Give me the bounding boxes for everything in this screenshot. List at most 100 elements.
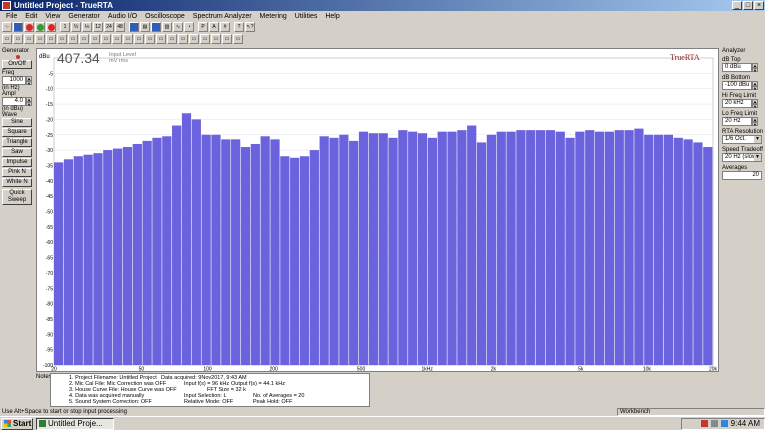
view-bars-icon[interactable] — [129, 22, 139, 32]
preset-19-icon[interactable]: ▭ — [200, 34, 210, 44]
preset-15-icon[interactable]: ▭ — [156, 34, 166, 44]
wave-saw-button[interactable]: Saw — [2, 148, 32, 157]
ampl-down-icon[interactable]: ▼ — [26, 101, 32, 106]
help-icon[interactable]: ? — [234, 22, 244, 32]
sine-wave-icon[interactable]: ∿ — [2, 22, 12, 32]
db-top-down-icon[interactable]: ▼ — [752, 67, 758, 72]
db-bottom-input[interactable]: -100 dBu — [722, 81, 752, 90]
menu-audio-io[interactable]: Audio I/O — [104, 13, 141, 20]
menu-help[interactable]: Help — [321, 13, 343, 20]
x-tick-label: 500 — [357, 367, 366, 372]
spectrum-bar — [398, 130, 408, 365]
view-scope-icon[interactable]: ∿ — [173, 22, 183, 32]
preset-9-icon[interactable]: ▭ — [90, 34, 100, 44]
start-button[interactable]: Start — [1, 417, 33, 430]
minimize-button[interactable]: _ — [732, 1, 742, 10]
preset-13-icon[interactable]: ▭ — [134, 34, 144, 44]
preset-14-icon[interactable]: ▭ — [145, 34, 155, 44]
twelfth-octave-icon[interactable]: 12 — [93, 22, 103, 32]
preset-18-icon[interactable]: ▭ — [189, 34, 199, 44]
third-octave-icon[interactable]: ⅓ — [71, 22, 81, 32]
menu-file[interactable]: File — [2, 13, 21, 20]
quick-sweep-button[interactable]: Quick Sweep — [2, 189, 32, 205]
spectrum-bar — [653, 134, 664, 365]
context-help-icon[interactable]: ↖? — [245, 22, 255, 32]
record-icon[interactable] — [46, 22, 56, 32]
peak-icon[interactable]: P — [198, 22, 208, 32]
menu-oscilloscope[interactable]: Oscilloscope — [141, 13, 189, 20]
stop-icon[interactable] — [24, 22, 34, 32]
lo-freq-down-icon[interactable]: ▼ — [752, 121, 758, 126]
menu-metering[interactable]: Metering — [256, 13, 291, 20]
preset-3-icon[interactable]: ▭ — [24, 34, 34, 44]
lo-freq-input[interactable]: 20 Hz — [722, 117, 752, 126]
sixth-octave-icon[interactable]: ⅙ — [82, 22, 92, 32]
hi-freq-input[interactable]: 20 kHz — [722, 99, 752, 108]
preset-16-icon[interactable]: ▭ — [167, 34, 177, 44]
preset-4-icon[interactable]: ▭ — [35, 34, 45, 44]
preset-1-icon[interactable]: ▭ — [2, 34, 12, 44]
averages-input[interactable]: 20 — [722, 171, 762, 180]
view-meter-icon[interactable]: ◔ — [184, 22, 194, 32]
preset-6-icon[interactable]: ▭ — [57, 34, 67, 44]
tray-shield-icon[interactable] — [700, 420, 708, 427]
average-icon[interactable]: A — [209, 22, 219, 32]
preset-20-icon[interactable]: ▭ — [211, 34, 221, 44]
menu-view[interactable]: View — [41, 13, 64, 20]
menu-edit[interactable]: Edit — [21, 13, 41, 20]
view-history-icon[interactable]: ▥ — [162, 22, 172, 32]
spectrum-bar — [103, 150, 113, 365]
generator-on-off-button[interactable]: On/Off — [2, 60, 32, 69]
db-bottom-down-icon[interactable]: ▼ — [752, 85, 758, 90]
note-peak-hold: Peak Hold: OFF — [253, 399, 293, 405]
go-icon[interactable] — [35, 22, 45, 32]
spectrum-bar — [113, 148, 123, 365]
spectrum-bar — [122, 147, 133, 365]
preset-8-icon[interactable]: ▭ — [79, 34, 89, 44]
preset-21-icon[interactable]: ▭ — [222, 34, 232, 44]
taskbar-item-truerta[interactable]: Untitled Proje... — [36, 417, 114, 430]
twentyfourth-octave-icon[interactable]: 24 — [104, 22, 114, 32]
preset-11-icon[interactable]: ▭ — [112, 34, 122, 44]
menu-spectrum-analyzer[interactable]: Spectrum Analyzer — [189, 13, 256, 20]
wave-pink-noise-button[interactable]: Pink N — [2, 168, 32, 177]
y-tick-label: -80 — [46, 302, 53, 308]
db-top-input[interactable]: 0 dBu — [722, 63, 752, 72]
preset-10-icon[interactable]: ▭ — [101, 34, 111, 44]
x-tick-label: 50 — [139, 367, 145, 372]
grid-icon[interactable]: # — [220, 22, 230, 32]
preset-2-icon[interactable]: ▭ — [13, 34, 23, 44]
preset-5-icon[interactable]: ▭ — [46, 34, 56, 44]
wave-sine-button[interactable]: Sine — [2, 118, 32, 127]
rta-resolution-select[interactable]: 1/6 Oct. ▼ — [722, 135, 762, 144]
maximize-button[interactable]: □ — [743, 1, 753, 10]
menu-generator[interactable]: Generator — [64, 13, 104, 20]
ampl-input[interactable]: 4.0 — [2, 97, 26, 106]
spectrum-bar — [467, 125, 477, 365]
menu-utilities[interactable]: Utilities — [291, 13, 322, 20]
spectrum-bar — [299, 156, 310, 365]
hi-freq-down-icon[interactable]: ▼ — [752, 103, 758, 108]
preset-17-icon[interactable]: ▭ — [178, 34, 188, 44]
tray-volume-icon[interactable] — [720, 420, 728, 427]
preset-22-icon[interactable]: ▭ — [233, 34, 243, 44]
wave-impulse-button[interactable]: Impulse — [2, 158, 32, 167]
view-spectrum-icon[interactable] — [151, 22, 161, 32]
preset-12-icon[interactable]: ▭ — [123, 34, 133, 44]
preset-7-icon[interactable]: ▭ — [68, 34, 78, 44]
fortyeighth-octave-icon[interactable]: 48 — [115, 22, 125, 32]
freq-down-icon[interactable]: ▼ — [26, 80, 32, 85]
one-octave-icon[interactable]: 1 — [60, 22, 70, 32]
view-lines-icon[interactable]: ▤ — [140, 22, 150, 32]
rta-icon[interactable] — [13, 22, 23, 32]
wave-triangle-button[interactable]: Triangle — [2, 138, 32, 147]
speed-tradeoff-select[interactable]: 20 Hz (slow) ▼ — [722, 153, 762, 162]
spectrum-bar — [447, 131, 457, 365]
wave-square-button[interactable]: Square — [2, 128, 32, 137]
freq-input[interactable]: 1000 — [2, 76, 26, 85]
tray-network-icon[interactable] — [710, 420, 718, 427]
close-button[interactable]: × — [754, 1, 764, 10]
spectrum-bar — [152, 137, 162, 365]
spectrum-bar — [673, 137, 683, 365]
wave-white-noise-button[interactable]: White N — [2, 178, 32, 187]
